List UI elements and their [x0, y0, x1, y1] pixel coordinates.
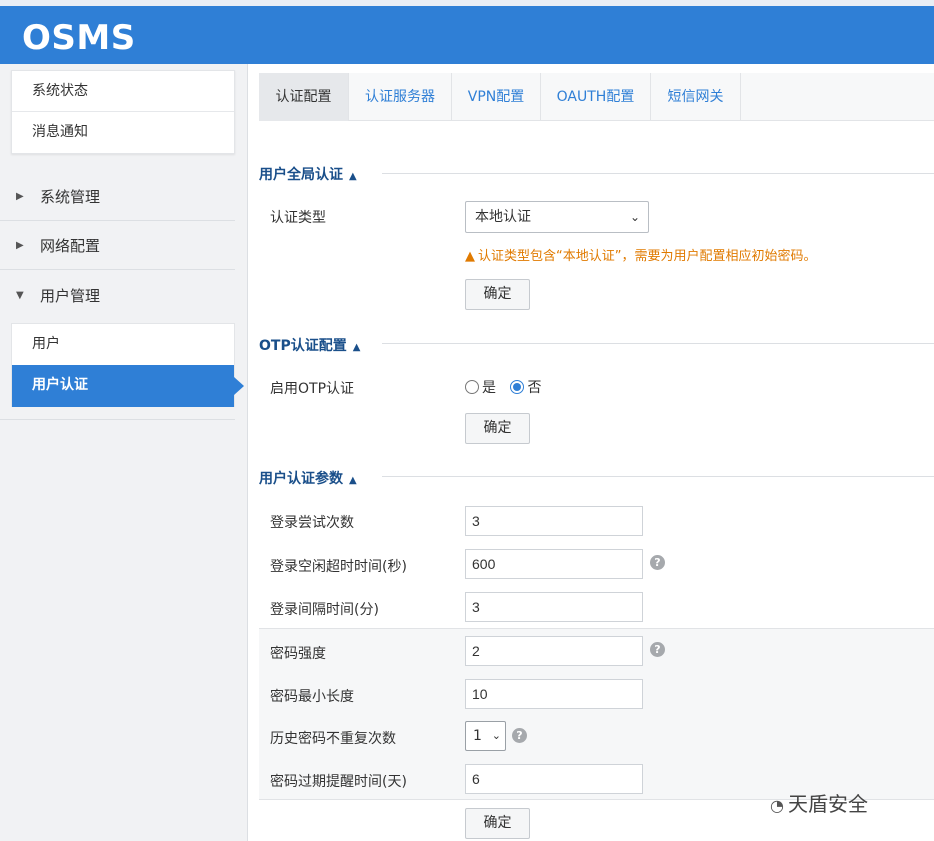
watermark-text: 天盾安全 [787, 792, 868, 816]
chevron-up-icon: ▲ [349, 171, 357, 182]
section-title-text: 用户认证参数 [259, 471, 343, 487]
radio-label: 是 [482, 380, 496, 396]
password-expiry-label: 密码过期提醒时间(天) [270, 774, 407, 790]
question-circle-icon[interactable]: ? [650, 642, 665, 657]
warning-text: 认证类型包含“本地认证”，需要为用户配置相应初始密码。 [478, 249, 817, 264]
password-strength-input[interactable]: 2 [465, 636, 643, 666]
caret-down-icon: ▼ [16, 290, 24, 301]
tab-oauth-config[interactable]: OAUTH配置 [541, 73, 651, 121]
sidebar-section-network-config[interactable]: ▶ 网络配置 [0, 221, 235, 270]
sidebar-section-system-management[interactable]: ▶ 系统管理 [0, 172, 235, 221]
login-interval-label: 登录间隔时间(分) [270, 602, 379, 618]
tab-vpn-config[interactable]: VPN配置 [452, 73, 541, 121]
caret-right-icon: ▶ [16, 240, 24, 251]
auth-type-value: 本地认证 [475, 209, 531, 225]
login-attempts-input[interactable]: 3 [465, 506, 643, 536]
chevron-down-icon: ⌄ [629, 210, 640, 224]
section-title-global-auth[interactable]: 用户全局认证 ▲ [259, 164, 357, 184]
tab-bar: 认证配置 认证服务器 VPN配置 OAUTH配置 短信网关 [259, 73, 934, 121]
sidebar-item-users[interactable]: 用户 [12, 324, 234, 365]
chat-bubble-icon: ◔ [770, 796, 784, 815]
sidebar-section-label: 网络配置 [40, 237, 101, 255]
watermark: ◔ 天盾安全 [770, 788, 868, 817]
sidebar-section-user-management[interactable]: ▼ 用户管理 [0, 271, 235, 320]
password-history-select[interactable]: 1 ⌄ [465, 721, 506, 751]
chevron-down-icon: ⌄ [491, 729, 501, 742]
sidebar-section-label: 用户管理 [40, 287, 101, 305]
login-attempts-label: 登录尝试次数 [270, 515, 354, 531]
otp-enable-radio-group: 是 否 [465, 377, 541, 397]
otp-enable-label: 启用OTP认证 [270, 381, 355, 397]
question-circle-icon[interactable]: ? [512, 728, 527, 743]
tab-auth-config[interactable]: 认证配置 [259, 73, 349, 121]
sidebar-item-notifications[interactable]: 消息通知 [12, 112, 234, 153]
password-strength-label: 密码强度 [270, 646, 326, 662]
sidebar-submenu: 用户 用户认证 [11, 323, 244, 407]
confirm-params-button[interactable]: 确定 [465, 808, 530, 839]
radio-label: 否 [527, 380, 542, 396]
password-history-label: 历史密码不重复次数 [270, 731, 396, 747]
section-title-text: 用户全局认证 [259, 167, 343, 183]
auth-type-select[interactable]: 本地认证 ⌄ [465, 201, 649, 233]
section-title-otp[interactable]: OTP认证配置 ▲ [259, 335, 360, 355]
password-history-value: 1 [473, 728, 482, 744]
section-divider [382, 343, 934, 344]
auth-type-warning: ▲ 认证类型包含“本地认证”，需要为用户配置相应初始密码。 [465, 245, 816, 264]
sidebar-section-label: 系统管理 [40, 188, 101, 206]
radio-checked-icon [510, 380, 525, 394]
section-title-params[interactable]: 用户认证参数 ▲ [259, 468, 357, 488]
warning-triangle-icon: ▲ [465, 249, 475, 264]
tab-sms-gateway[interactable]: 短信网关 [651, 73, 741, 121]
chevron-up-icon: ▲ [352, 342, 361, 353]
idle-timeout-input[interactable]: 600 [465, 549, 643, 579]
confirm-global-auth-button[interactable]: 确定 [465, 279, 530, 310]
question-circle-icon[interactable]: ? [650, 555, 665, 570]
app-logo[interactable]: OSMS [22, 18, 136, 58]
sidebar-top-card: 系统状态 消息通知 [11, 70, 235, 154]
chevron-up-icon: ▲ [349, 475, 357, 486]
section-divider [382, 173, 934, 174]
confirm-otp-button[interactable]: 确定 [465, 413, 530, 444]
top-header: OSMS [0, 0, 934, 64]
password-expiry-input[interactable]: 6 [465, 764, 643, 794]
password-min-length-label: 密码最小长度 [270, 689, 354, 705]
password-min-length-input[interactable]: 10 [465, 679, 643, 709]
login-interval-input[interactable]: 3 [465, 592, 643, 622]
otp-radio-yes[interactable]: 是 [465, 380, 496, 396]
sidebar-item-user-auth[interactable]: 用户认证 [12, 365, 244, 407]
auth-type-label: 认证类型 [270, 210, 326, 226]
radio-unchecked-icon [465, 380, 479, 394]
sidebar-item-system-status[interactable]: 系统状态 [12, 71, 234, 112]
caret-right-icon: ▶ [16, 191, 24, 202]
tab-auth-server[interactable]: 认证服务器 [349, 73, 452, 121]
idle-timeout-label: 登录空闲超时时间(秒) [270, 559, 407, 575]
section-title-text: OTP认证配置 [259, 338, 347, 354]
otp-radio-no[interactable]: 否 [510, 380, 541, 396]
section-divider [382, 476, 934, 477]
sidebar-divider [0, 419, 235, 420]
sidebar: 系统状态 消息通知 ▶ 系统管理 ▶ 网络配置 ▼ 用户管理 用户 用户认证 [0, 64, 248, 841]
